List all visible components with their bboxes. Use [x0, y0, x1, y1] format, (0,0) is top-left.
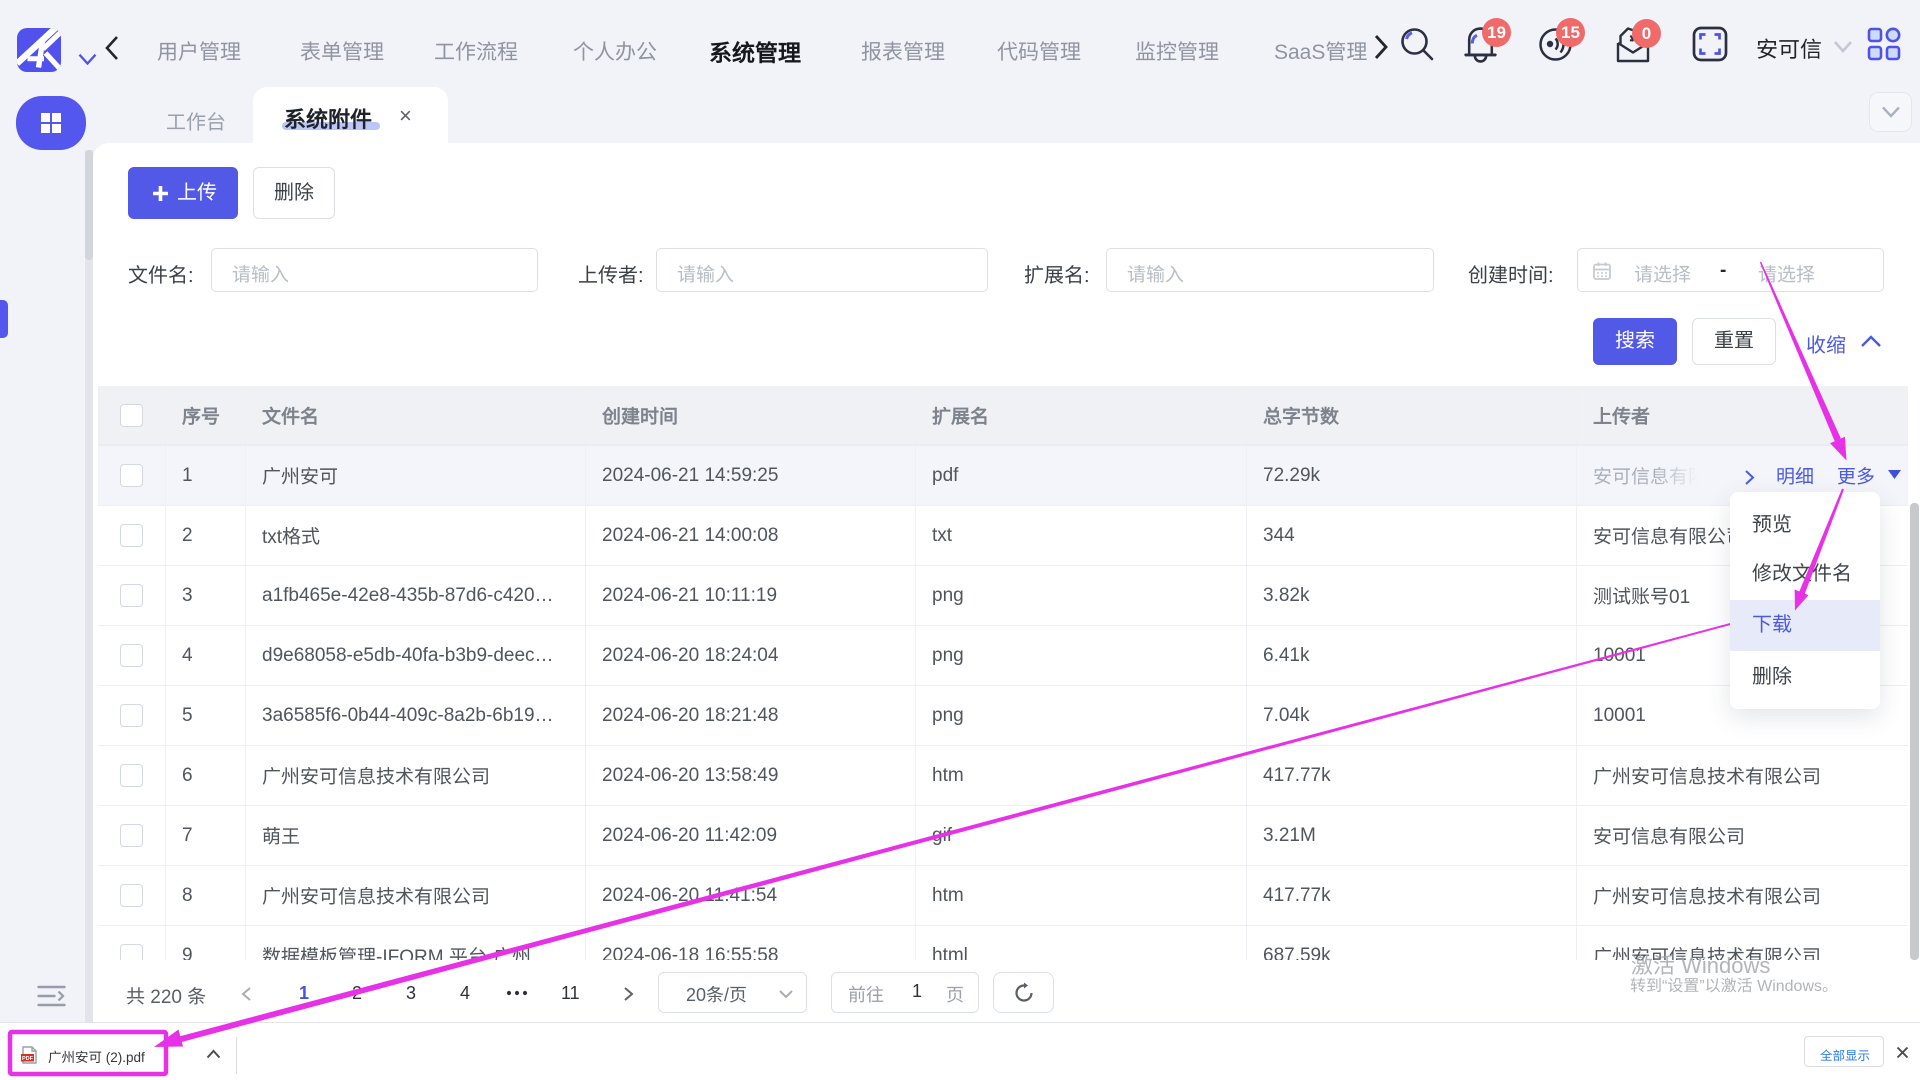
svg-text:PDF: PDF [22, 1056, 34, 1062]
